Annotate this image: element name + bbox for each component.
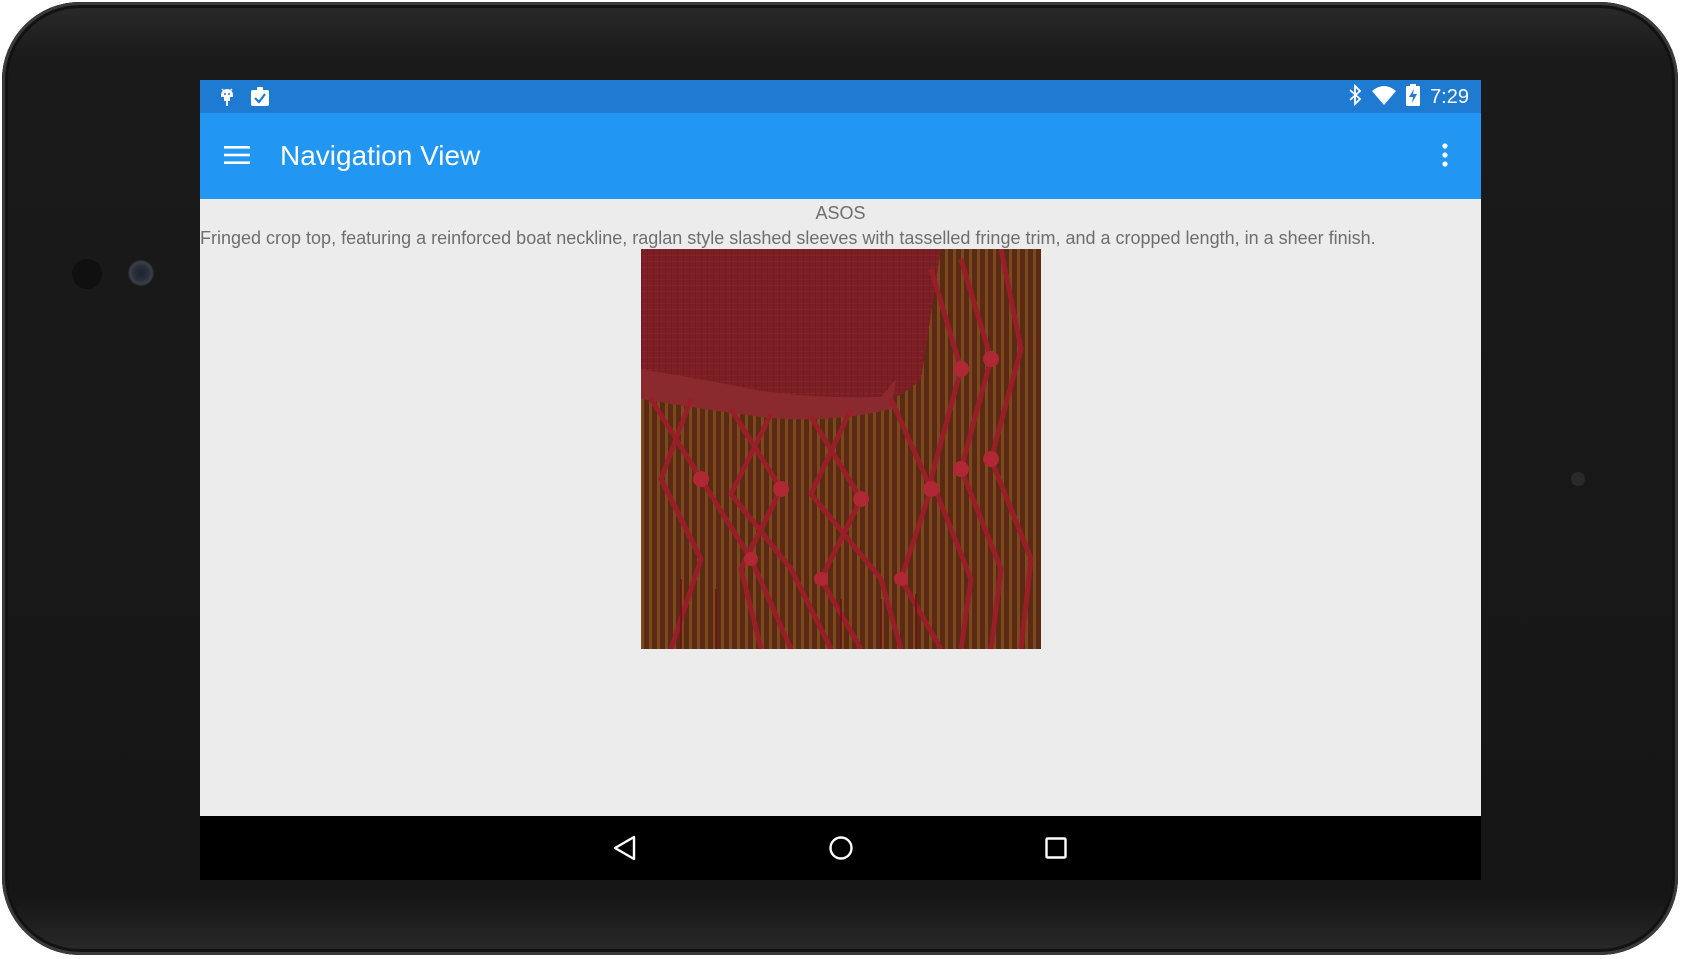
system-navigation-bar [200,816,1481,880]
product-brand: ASOS [815,203,866,223]
app-toolbar: Navigation View [200,113,1481,199]
hamburger-menu-icon [224,146,250,164]
android-debug-icon [218,87,236,112]
home-button[interactable] [825,832,857,864]
screen: 7:29 Navigation View ASOS Fringed crop t… [200,80,1481,880]
navigation-drawer-button[interactable] [222,140,252,170]
recents-icon [1045,837,1067,859]
notification-icons [218,87,270,112]
system-icons: 7:29 [1348,83,1469,111]
back-icon [613,835,636,861]
home-icon [829,836,853,860]
battery-charging-icon [1406,83,1421,111]
overflow-menu-button[interactable] [1435,140,1455,170]
status-bar: 7:29 [200,80,1481,113]
back-button[interactable] [609,832,641,864]
toolbar-title: Navigation View [280,140,481,171]
front-sensor [72,259,102,289]
product-image [641,249,1041,649]
clock: 7:29 [1430,86,1469,108]
front-camera [128,260,154,286]
bluetooth-icon [1348,83,1362,111]
recents-button[interactable] [1040,832,1072,864]
wifi-icon [1372,85,1397,110]
device-frame: 7:29 Navigation View ASOS Fringed crop t… [0,0,1682,959]
product-description: Fringed crop top, featuring a reinforced… [200,228,1376,248]
light-sensor [1571,472,1585,486]
product-detail: ASOS Fringed crop top, featuring a reinf… [200,199,1481,816]
more-vert-icon [1442,143,1448,167]
clipboard-check-icon [250,87,270,112]
